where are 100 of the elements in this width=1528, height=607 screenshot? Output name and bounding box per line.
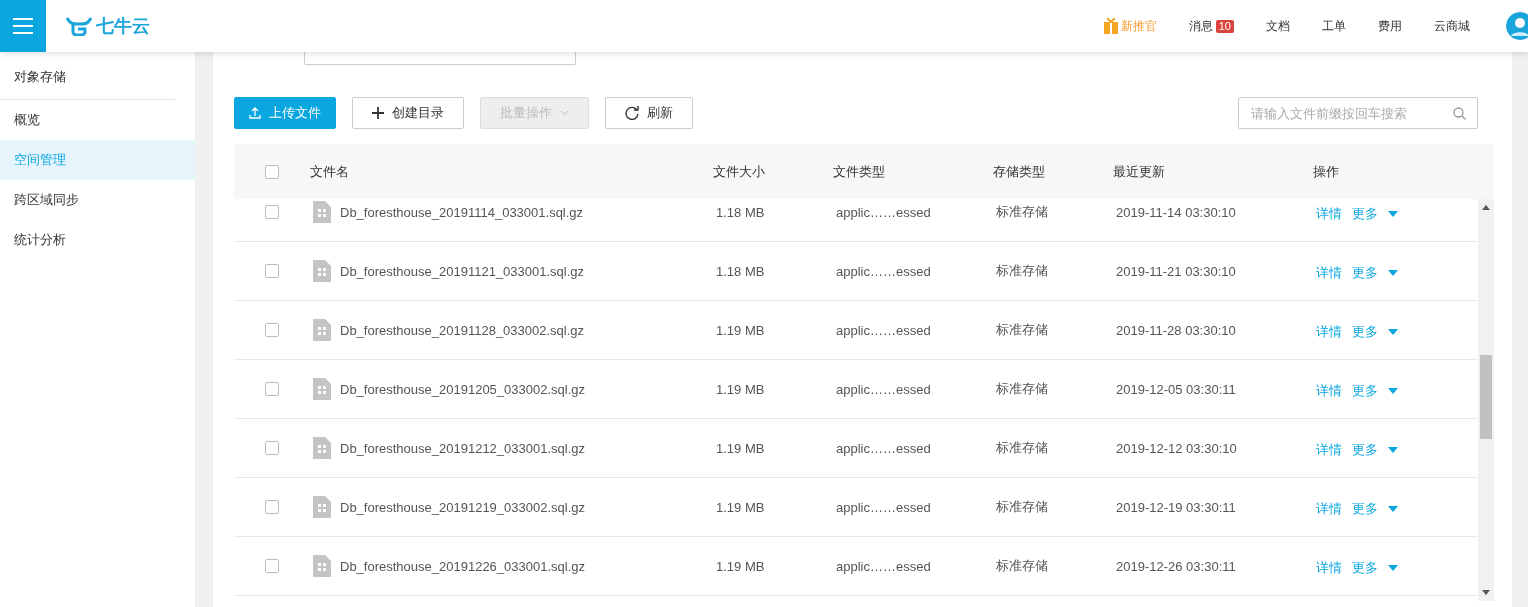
details-link[interactable]: 详情: [1316, 558, 1342, 577]
sidebar-item[interactable]: 概览: [0, 100, 195, 140]
more-button[interactable]: 更多: [1352, 499, 1398, 518]
file-type: applic……essed: [836, 499, 931, 515]
storage-type: 标准存储: [996, 381, 1048, 396]
column-header: 存储类型: [993, 163, 1045, 179]
sidebar-title: 对象存储: [0, 52, 175, 100]
scroll-down-icon[interactable]: [1482, 590, 1490, 595]
column-header: 文件类型: [833, 163, 885, 179]
caret-icon: [1388, 328, 1398, 335]
storage-type: 标准存储: [996, 263, 1048, 278]
file-type: applic……essed: [836, 381, 931, 397]
row-checkbox[interactable]: [265, 500, 279, 514]
file-size: 1.19 MB: [716, 381, 765, 397]
more-button[interactable]: 更多: [1352, 204, 1398, 223]
storage-type: 标准存储: [996, 204, 1048, 219]
menu-button[interactable]: [0, 0, 46, 52]
toolbar-button[interactable]: 上传文件: [234, 97, 336, 129]
toolbar-button[interactable]: 创建目录: [352, 97, 464, 129]
file-type: applic……essed: [836, 204, 931, 220]
column-header: 文件名: [310, 163, 349, 179]
search-field[interactable]: 请输入文件前缀按回车搜索: [1238, 97, 1478, 129]
scroll-up-icon[interactable]: [1482, 205, 1490, 210]
nav-link[interactable]: 云商城: [1418, 17, 1486, 35]
caret-icon: [1388, 505, 1398, 512]
column-header: 最近更新: [1113, 163, 1165, 179]
row-checkbox[interactable]: [265, 559, 279, 573]
updated-time: 2019-11-14 03:30:10: [1116, 204, 1236, 220]
file-name: Db_foresthouse_20191219_033002.sql.gz: [340, 499, 586, 515]
more-button[interactable]: 更多: [1352, 381, 1398, 400]
row-checkbox[interactable]: [265, 441, 279, 455]
upload-icon: [249, 107, 261, 119]
input-field[interactable]: [304, 52, 576, 65]
sidebar-item[interactable]: 跨区域同步: [0, 180, 195, 220]
row-checkbox[interactable]: [265, 323, 279, 337]
file-icon: [313, 319, 331, 341]
row-checkbox[interactable]: [265, 382, 279, 396]
file-type: applic……essed: [836, 558, 931, 574]
caret-icon: [1388, 269, 1398, 276]
updated-time: 2019-12-26 03:30:11: [1116, 558, 1236, 574]
sidebar-item[interactable]: 空间管理: [0, 140, 195, 180]
updated-time: 2019-11-28 03:30:10: [1116, 322, 1236, 338]
details-link[interactable]: 详情: [1316, 204, 1342, 223]
nav-link[interactable]: 费用: [1362, 17, 1418, 35]
chevron-icon: [560, 110, 569, 116]
file-icon: [313, 496, 331, 518]
more-button[interactable]: 更多: [1352, 322, 1398, 341]
nav-link[interactable]: 新推官: [1087, 17, 1173, 35]
caret-icon: [1388, 387, 1398, 394]
file-icon: [313, 378, 331, 400]
search-icon: [1453, 107, 1466, 120]
details-link[interactable]: 详情: [1316, 322, 1342, 341]
scrollbar[interactable]: [1478, 199, 1494, 601]
file-size: 1.19 MB: [716, 499, 765, 515]
refresh-icon: [625, 106, 639, 120]
nav-link[interactable]: 文档: [1250, 17, 1306, 35]
storage-type: 标准存储: [996, 440, 1048, 455]
more-button[interactable]: 更多: [1352, 558, 1398, 577]
details-link[interactable]: 详情: [1316, 263, 1342, 282]
file-name: Db_foresthouse_20191212_033001.sql.gz: [340, 440, 586, 456]
details-link[interactable]: 详情: [1316, 499, 1342, 518]
updated-time: 2019-12-05 03:30:11: [1116, 381, 1236, 397]
gift-icon: [1103, 18, 1118, 34]
more-button[interactable]: 更多: [1352, 263, 1398, 282]
scrollbar-thumb[interactable]: [1480, 355, 1492, 439]
toolbar-button[interactable]: 刷新: [605, 97, 693, 129]
file-name: Db_foresthouse_20191226_033001.sql.gz: [340, 558, 586, 574]
file-size: 1.19 MB: [716, 322, 765, 338]
storage-type: 标准存储: [996, 499, 1048, 514]
file-type: applic……essed: [836, 263, 931, 279]
file-size: 1.19 MB: [716, 558, 765, 574]
menu-icon: [13, 18, 33, 34]
file-type: applic……essed: [836, 440, 931, 456]
column-header: 操作: [1313, 163, 1339, 179]
file-size: 1.18 MB: [716, 204, 765, 220]
file-icon: [313, 555, 331, 577]
avatar-icon[interactable]: [1506, 12, 1528, 40]
row-checkbox[interactable]: [265, 264, 279, 278]
logo-icon: [66, 16, 92, 36]
nav-link[interactable]: 消息 10: [1172, 17, 1250, 35]
file-name: Db_foresthouse_20191121_033001.sql.gz: [340, 263, 585, 279]
file-size: 1.19 MB: [716, 440, 765, 456]
file-type: applic……essed: [836, 322, 931, 338]
file-name: Db_foresthouse_20191114_033001.sql.gz: [340, 204, 584, 220]
caret-icon: [1388, 446, 1398, 453]
file-icon: [313, 201, 331, 223]
nav-link[interactable]: 工单: [1306, 17, 1362, 35]
caret-icon: [1388, 210, 1398, 217]
count-badge: 10: [1215, 19, 1234, 33]
updated-time: 2019-12-12 03:30:10: [1116, 440, 1237, 456]
details-link[interactable]: 详情: [1316, 381, 1342, 400]
select-all-checkbox[interactable]: [265, 164, 279, 179]
caret-icon: [1388, 564, 1398, 571]
updated-time: 2019-12-19 03:30:11: [1116, 499, 1236, 515]
sidebar-item[interactable]: 统计分析: [0, 220, 195, 260]
storage-type: 标准存储: [996, 558, 1048, 573]
more-button[interactable]: 更多: [1352, 440, 1398, 459]
plus-icon: [372, 107, 384, 119]
row-checkbox[interactable]: [265, 205, 279, 219]
details-link[interactable]: 详情: [1316, 440, 1342, 459]
